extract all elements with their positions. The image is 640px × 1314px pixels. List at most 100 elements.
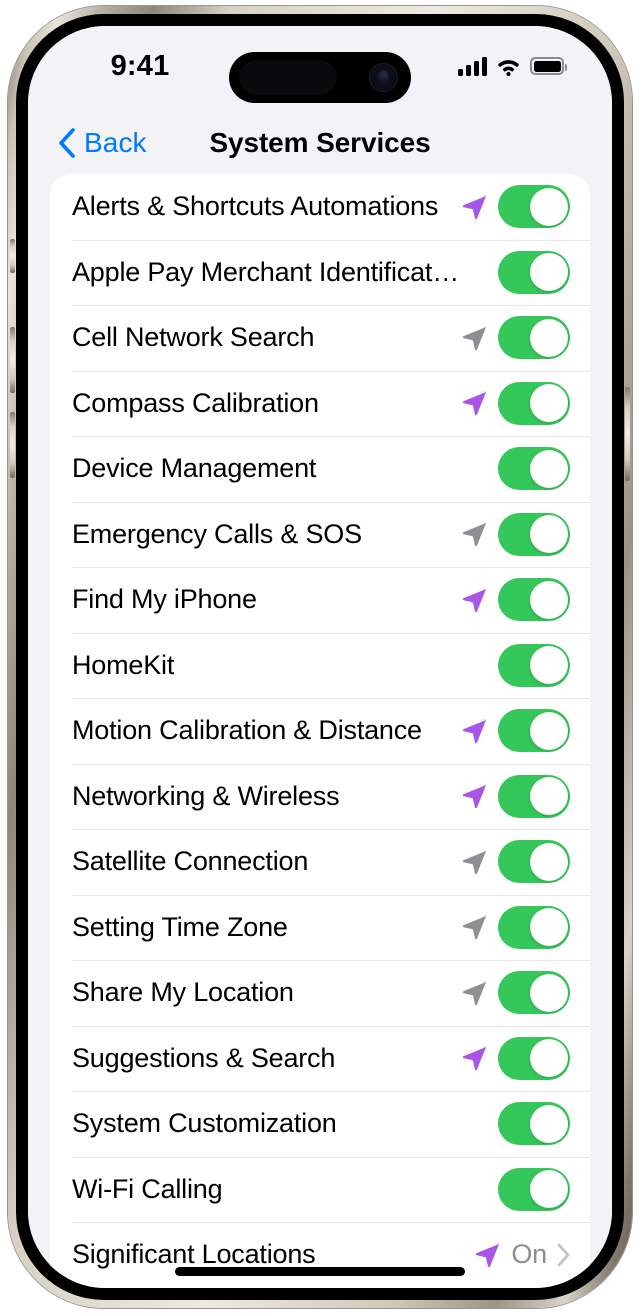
- location-arrow-slot: [467, 1238, 507, 1272]
- table-row[interactable]: Alerts & Shortcuts Automations: [50, 174, 590, 240]
- front-camera-icon: [369, 63, 398, 92]
- row-toggle[interactable]: [498, 512, 570, 556]
- screen-bezel: 9:41 Back System Services Alerts & Short…: [16, 14, 624, 1300]
- location-arrow-recent-icon: [462, 850, 486, 874]
- toggle-knob: [529, 515, 568, 554]
- row-toggle[interactable]: [498, 578, 570, 622]
- row-toggle[interactable]: [498, 1102, 570, 1146]
- row-toggle[interactable]: [498, 316, 570, 360]
- location-arrow-slot: [454, 321, 494, 355]
- row-toggle[interactable]: [498, 185, 570, 229]
- status-bar: 9:41: [28, 26, 612, 112]
- table-row[interactable]: Device Management: [50, 436, 590, 502]
- row-label: Cell Network Search: [72, 322, 315, 353]
- cellular-bars-icon: [458, 56, 487, 76]
- toggle-knob: [529, 1039, 568, 1078]
- row-label: Motion Calibration & Distance: [72, 715, 422, 746]
- table-row[interactable]: HomeKit: [50, 632, 590, 698]
- device-stage: 9:41 Back System Services Alerts & Short…: [0, 0, 640, 1314]
- toggle-knob: [529, 187, 568, 226]
- table-row[interactable]: Emergency Calls & SOS: [50, 501, 590, 567]
- location-arrow-recent-icon: [462, 915, 486, 940]
- location-arrow-active-icon: [462, 588, 486, 612]
- row-label: Networking & Wireless: [72, 780, 340, 811]
- iphone-frame: 9:41 Back System Services Alerts & Short…: [8, 6, 632, 1308]
- row-toggle[interactable]: [498, 1167, 570, 1211]
- location-arrow-slot: [454, 976, 494, 1010]
- status-bar-indicators: [458, 56, 567, 76]
- wifi-icon: [498, 59, 519, 76]
- location-arrow-slot: [454, 583, 494, 617]
- volume-up-button[interactable]: [10, 327, 15, 393]
- location-arrow-active-icon: [462, 391, 486, 416]
- row-toggle[interactable]: [498, 381, 570, 425]
- dynamic-island[interactable]: [229, 52, 411, 103]
- row-label: Device Management: [72, 453, 317, 484]
- toggle-knob: [529, 908, 568, 947]
- row-label: System Customization: [72, 1108, 337, 1139]
- location-arrow-recent-icon: [462, 981, 486, 1005]
- status-bar-time: 9:41: [110, 50, 170, 82]
- row-toggle[interactable]: [498, 643, 570, 687]
- home-indicator[interactable]: [175, 1267, 465, 1276]
- settings-screen: 9:41 Back System Services Alerts & Short…: [28, 26, 612, 1288]
- table-row[interactable]: Suggestions & Search: [50, 1025, 590, 1091]
- row-toggle[interactable]: [498, 905, 570, 949]
- screen: 9:41 Back System Services Alerts & Short…: [28, 26, 612, 1288]
- row-label: Satellite Connection: [72, 846, 309, 877]
- row-label: Emergency Calls & SOS: [72, 518, 362, 549]
- row-toggle[interactable]: [498, 971, 570, 1015]
- row-toggle[interactable]: [498, 774, 570, 818]
- battery-full-icon: [530, 57, 567, 75]
- row-label: Significant Locations: [72, 1239, 316, 1270]
- row-toggle[interactable]: [498, 250, 570, 294]
- toggle-knob: [529, 449, 568, 488]
- location-arrow-active-icon: [462, 784, 486, 809]
- location-arrow-active-icon: [462, 719, 486, 743]
- row-label: Find My iPhone: [72, 584, 257, 615]
- power-button[interactable]: [625, 387, 630, 481]
- row-label: Share My Location: [72, 977, 294, 1008]
- settings-scroll-area[interactable]: Alerts & Shortcuts Automations Apple Pay …: [28, 174, 612, 1288]
- table-row[interactable]: Networking & Wireless: [50, 763, 590, 829]
- row-toggle[interactable]: [498, 447, 570, 491]
- table-row[interactable]: Cell Network Search: [50, 305, 590, 371]
- location-arrow-slot: [454, 779, 494, 813]
- dynamic-island-pill: [239, 60, 337, 95]
- table-row[interactable]: Compass Calibration: [50, 370, 590, 436]
- table-row[interactable]: System Customization: [50, 1091, 590, 1157]
- table-row[interactable]: Share My Location: [50, 960, 590, 1026]
- location-arrow-active-icon: [462, 1046, 486, 1071]
- table-row[interactable]: Setting Time Zone: [50, 894, 590, 960]
- location-arrow-slot: [454, 910, 494, 944]
- table-row[interactable]: Find My iPhone: [50, 567, 590, 633]
- row-toggle[interactable]: [498, 709, 570, 753]
- location-arrow-active-icon: [476, 1243, 500, 1267]
- row-toggle[interactable]: [498, 840, 570, 884]
- toggle-knob: [529, 253, 568, 292]
- row-label: Alerts & Shortcuts Automations: [72, 191, 439, 222]
- location-arrow-slot: [454, 190, 494, 224]
- toggle-knob: [529, 777, 568, 816]
- location-arrow-slot: [454, 517, 494, 551]
- row-value: On: [511, 1239, 547, 1270]
- row-toggle[interactable]: [498, 1036, 570, 1080]
- volume-down-button[interactable]: [10, 412, 15, 478]
- table-row[interactable]: Significant Locations On: [50, 1222, 590, 1288]
- location-arrow-slot: [454, 845, 494, 879]
- location-arrow-recent-icon: [462, 522, 486, 547]
- toggle-knob: [529, 1104, 568, 1143]
- row-label: HomeKit: [72, 649, 175, 680]
- location-arrow-slot: [454, 1041, 494, 1075]
- table-row[interactable]: Satellite Connection: [50, 829, 590, 895]
- location-arrow-recent-icon: [462, 326, 486, 350]
- action-button[interactable]: [10, 239, 15, 273]
- row-label: Suggestions & Search: [72, 1042, 336, 1073]
- table-row[interactable]: Apple Pay Merchant Identificat…: [50, 239, 590, 305]
- page-title: System Services: [209, 127, 431, 158]
- row-label: Setting Time Zone: [72, 911, 288, 942]
- table-row[interactable]: Motion Calibration & Distance: [50, 698, 590, 764]
- toggle-knob: [529, 646, 568, 685]
- table-row[interactable]: Wi-Fi Calling: [50, 1156, 590, 1222]
- row-label: Compass Calibration: [72, 387, 319, 418]
